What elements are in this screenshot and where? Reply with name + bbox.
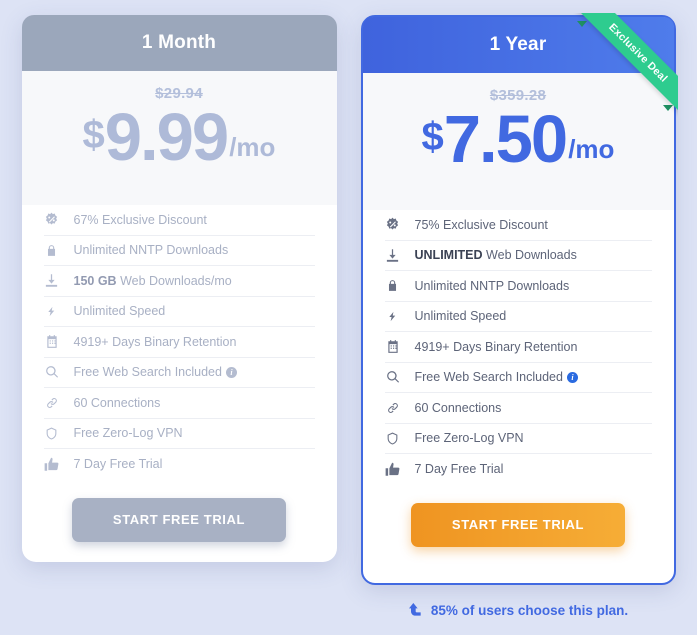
feature-label: 7 Day Free Trial (414, 462, 504, 477)
download-icon (44, 273, 60, 288)
current-price: $ 7.50 /mo (363, 106, 674, 173)
pricing-table: 1 Month $29.94 $ 9.99 /mo 67% Exclusive … (0, 0, 697, 635)
feature-item: 60 Connections (384, 393, 652, 424)
popularity-note: 85% of users choose this plan. (363, 600, 674, 621)
feature-label-text: Free Web Search Included (414, 370, 563, 385)
lock-icon (44, 243, 60, 258)
feature-item: Free Zero-Log VPN (43, 419, 315, 449)
feature-label: 150 GB Web Downloads/mo (74, 274, 232, 288)
price-period: /mo (568, 134, 615, 164)
feature-label: Free Zero-Log VPN (414, 431, 524, 446)
feature-item: 7 Day Free Trial (385, 454, 652, 485)
feature-item: Free Web Search Included i (43, 358, 315, 388)
price-block-one-year: $359.28 $ 7.50 /mo (362, 73, 674, 210)
start-free-trial-button[interactable]: START FREE TRIAL (72, 497, 286, 542)
feature-item: Free Zero-Log VPN (384, 424, 652, 454)
download-icon (385, 248, 401, 263)
pricing-card-one-month: 1 Month $29.94 $ 9.99 /mo 67% Exclusive … (21, 15, 337, 562)
feature-label: 4919+ Days Binary Retention (73, 334, 237, 349)
discount-burst-icon (385, 217, 401, 232)
feature-label-rest: Web Downloads/mo (120, 273, 232, 288)
info-icon[interactable]: i (225, 367, 237, 379)
lightning-icon (44, 304, 60, 319)
price-block-one-month: $29.94 $ 9.99 /mo (21, 71, 337, 205)
info-icon[interactable]: i (566, 372, 578, 384)
feature-item: Unlimited Speed (384, 302, 652, 332)
price-period: /mo (229, 132, 276, 162)
pricing-card-one-year: Exclusive Deal 1 Year $359.28 $ 7.50 /mo… (360, 13, 678, 618)
shield-icon (385, 431, 401, 446)
feature-label: 75% Exclusive Discount (414, 217, 548, 232)
card-header-one-month: 1 Month (21, 15, 337, 71)
feature-list-one-year: 75% Exclusive Discount UNLIMITED Web Dow… (363, 210, 674, 485)
price-amount: 9.99 (104, 100, 229, 175)
price-amount: 7.50 (443, 102, 568, 177)
search-icon (44, 365, 60, 379)
calendar-icon (44, 334, 60, 349)
feature-label: Free Web Search Included i (415, 370, 578, 384)
plan-title: 1 Month (141, 32, 217, 53)
feature-item: Unlimited Speed (43, 297, 315, 327)
current-price: $ 9.99 /mo (22, 104, 337, 171)
search-icon (385, 370, 401, 384)
feature-label-strong: UNLIMITED (414, 248, 483, 263)
curved-up-arrow-icon (408, 600, 424, 621)
feature-label-text: Free Web Search Included (73, 365, 222, 380)
feature-label: UNLIMITED Web Downloads (415, 248, 577, 262)
feature-label: Free Zero-Log VPN (73, 426, 183, 441)
feature-label: Unlimited Speed (414, 309, 507, 324)
feature-item: Unlimited NNTP Downloads (43, 236, 315, 266)
feature-item: UNLIMITED Web Downloads (384, 241, 652, 271)
feature-label: 67% Exclusive Discount (73, 212, 207, 227)
feature-label: 7 Day Free Trial (73, 457, 163, 472)
thumbs-up-icon (44, 457, 60, 472)
cta-wrap-one-year: START FREE TRIAL (363, 502, 674, 547)
popularity-note-text: 85% of users choose this plan. (430, 603, 629, 618)
feature-label: Free Web Search Included i (74, 365, 237, 379)
plan-title: 1 Year (489, 34, 547, 55)
lock-icon (385, 278, 401, 293)
start-free-trial-button[interactable]: START FREE TRIAL (411, 502, 625, 547)
thumbs-up-icon (385, 462, 401, 477)
feature-item: 7 Day Free Trial (44, 449, 315, 480)
feature-label: 4919+ Days Binary Retention (414, 339, 578, 354)
discount-burst-icon (44, 212, 60, 227)
currency-symbol: $ (421, 115, 444, 159)
link-icon (385, 401, 401, 415)
feature-item: 4919+ Days Binary Retention (43, 327, 315, 358)
feature-label: 60 Connections (414, 400, 502, 415)
feature-item: 67% Exclusive Discount (43, 205, 315, 236)
currency-symbol: $ (82, 113, 105, 157)
shield-icon (44, 426, 60, 441)
feature-label: 60 Connections (73, 395, 161, 410)
feature-item: 75% Exclusive Discount (384, 210, 652, 241)
feature-label-strong: 150 GB (73, 273, 117, 288)
feature-item: Unlimited NNTP Downloads (384, 271, 652, 302)
feature-label-rest: Web Downloads (486, 248, 577, 263)
feature-label: Unlimited NNTP Downloads (73, 243, 229, 258)
feature-list-one-month: 67% Exclusive Discount Unlimited NNTP Do… (22, 205, 337, 480)
feature-item: 60 Connections (43, 388, 315, 419)
lightning-icon (385, 309, 401, 324)
feature-item: Free Web Search Included i (384, 363, 652, 393)
feature-label: Unlimited Speed (73, 304, 166, 319)
calendar-icon (385, 339, 401, 354)
cta-wrap-one-month: START FREE TRIAL (22, 497, 337, 542)
feature-label: Unlimited NNTP Downloads (414, 278, 570, 293)
feature-item: 150 GB Web Downloads/mo (43, 266, 315, 297)
link-icon (44, 396, 60, 410)
feature-item: 4919+ Days Binary Retention (384, 332, 652, 363)
card-header-one-year: 1 Year (362, 17, 674, 73)
